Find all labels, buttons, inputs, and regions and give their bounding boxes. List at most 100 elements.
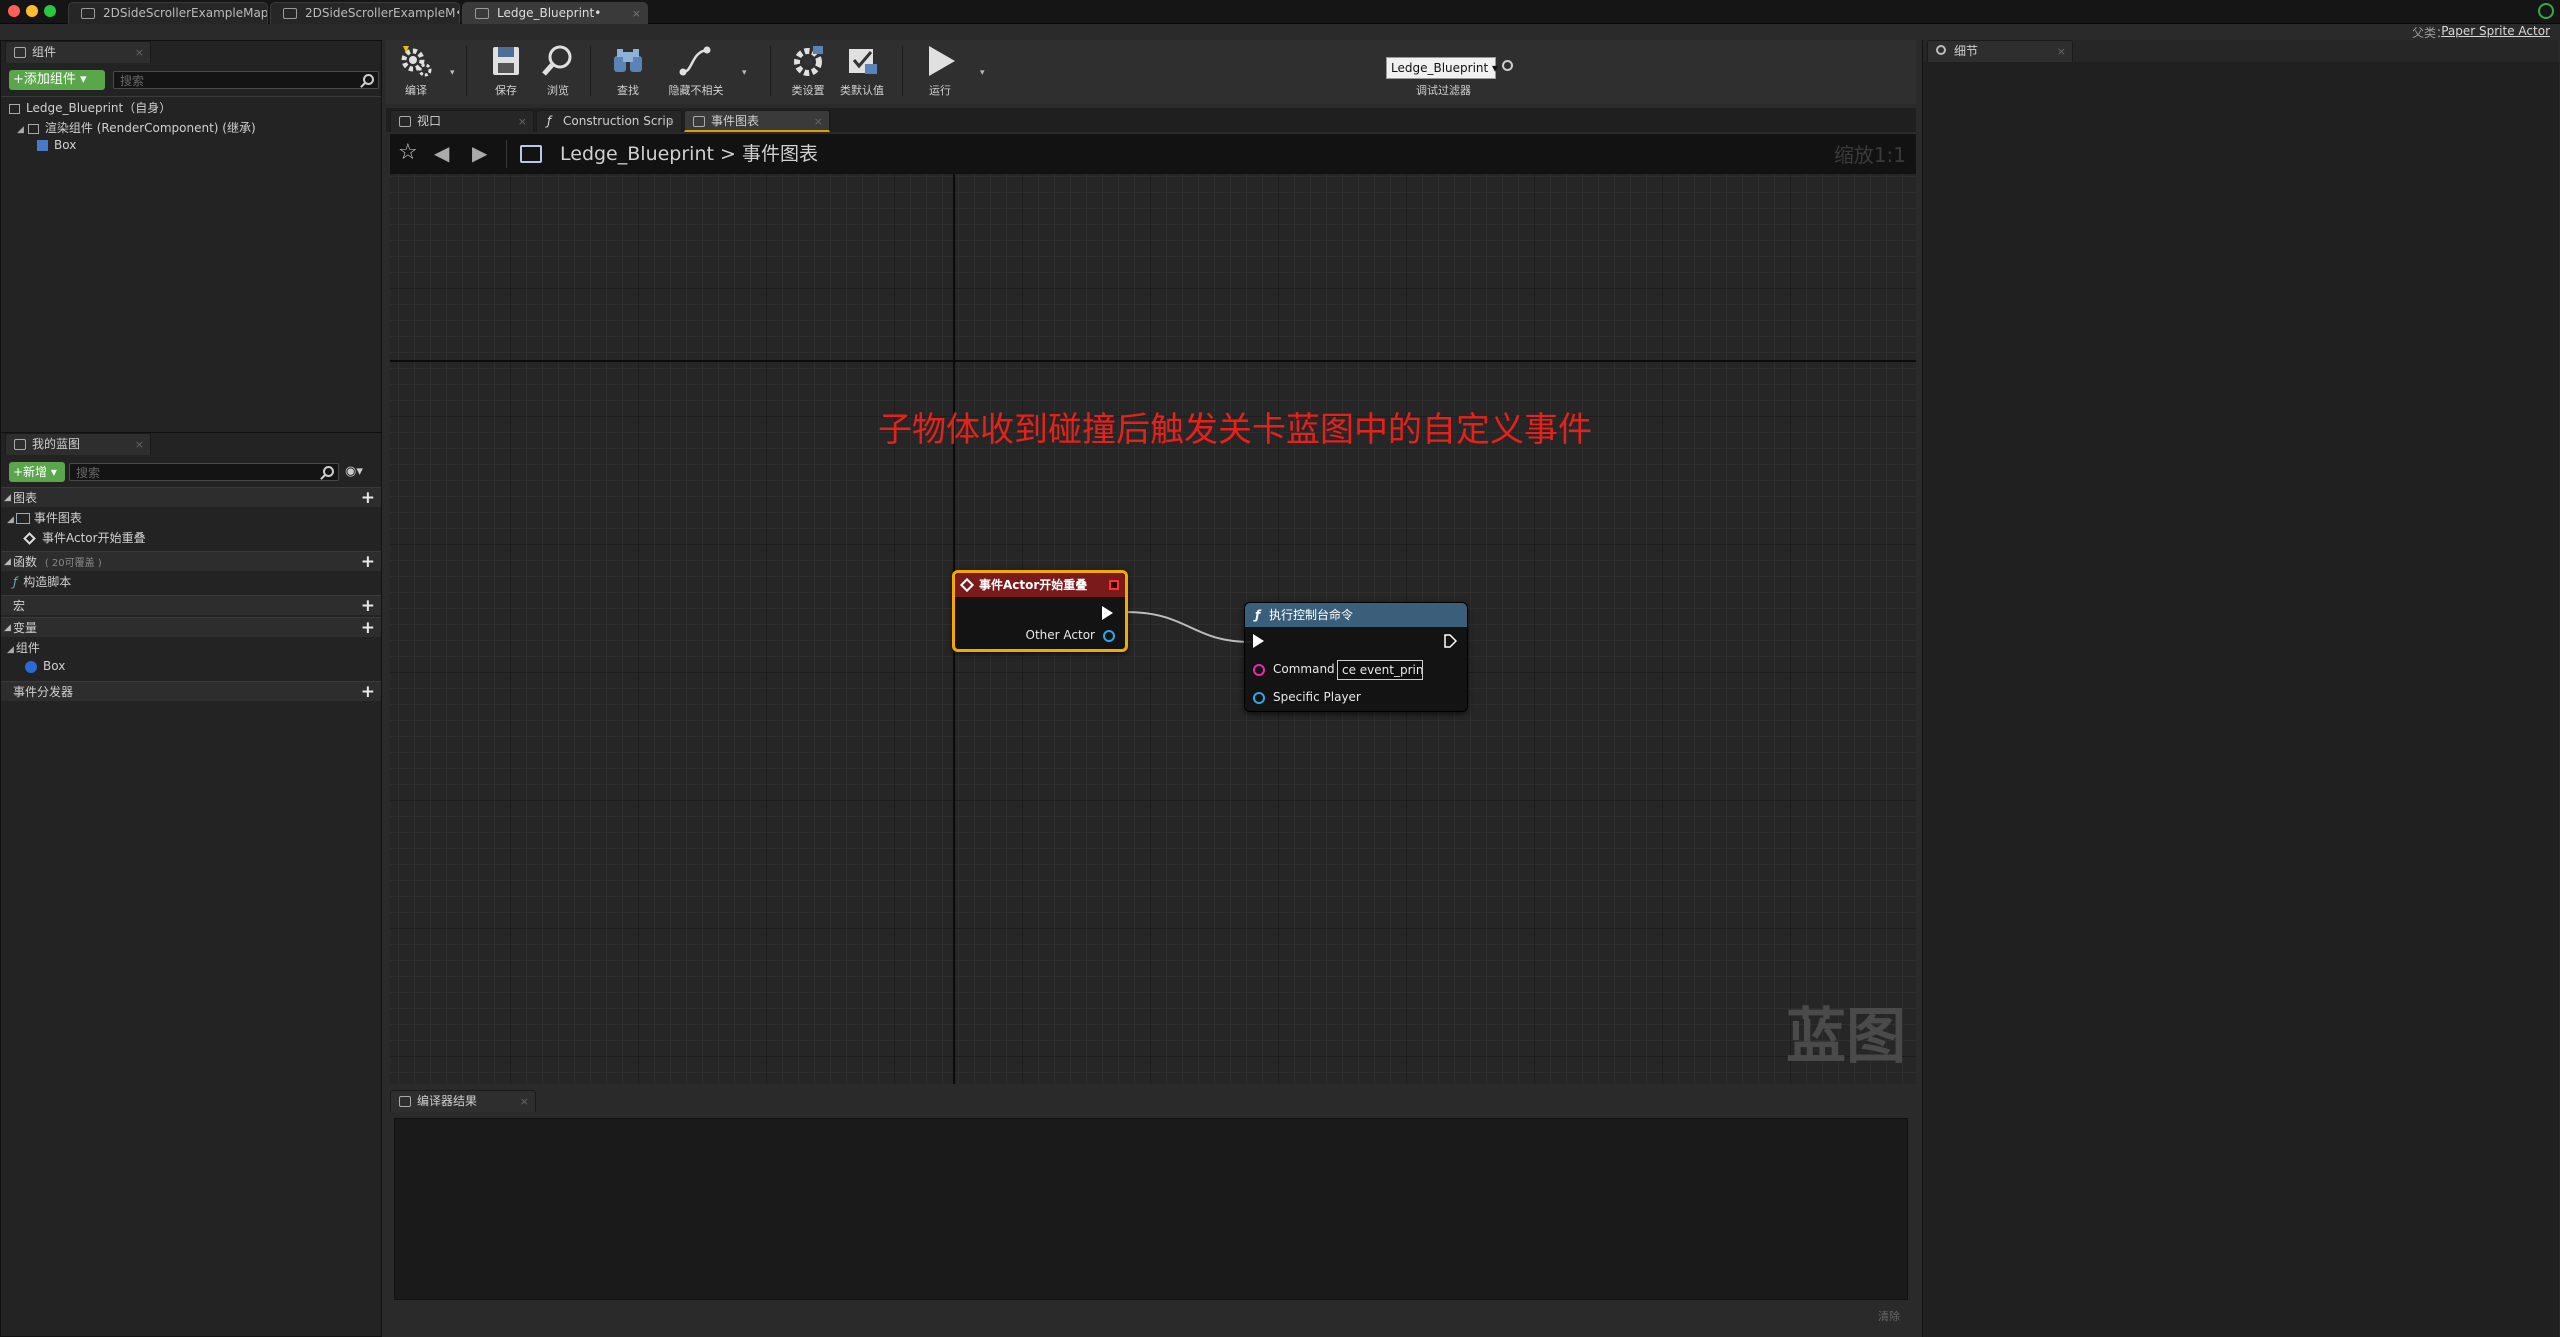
compile-button[interactable]: 编译: [388, 40, 444, 104]
breadcrumb-graph[interactable]: 事件图表: [742, 143, 818, 165]
zoom-window-button[interactable]: [44, 5, 56, 17]
close-icon[interactable]: ×: [632, 3, 641, 24]
favorite-star-icon[interactable]: ☆: [398, 140, 418, 166]
my-blueprint-search-input[interactable]: 搜索: [69, 463, 339, 481]
box-icon: [37, 140, 48, 151]
add-graph-icon[interactable]: +: [361, 488, 375, 508]
command-node-header[interactable]: ƒ 执行控制台命令: [1245, 603, 1467, 627]
play-options-dropdown[interactable]: ▾: [980, 64, 985, 79]
close-icon[interactable]: ×: [520, 1091, 529, 1112]
components-search-input[interactable]: 搜索: [113, 71, 379, 89]
chevron-down-icon: ▾: [980, 68, 985, 78]
forward-arrow-icon[interactable]: ▶: [472, 141, 487, 165]
event-graph-icon: [693, 116, 705, 127]
add-macro-icon[interactable]: +: [361, 596, 375, 616]
find-button[interactable]: 查找: [600, 40, 656, 104]
map-icon: [283, 8, 297, 19]
play-button[interactable]: 运行: [912, 40, 968, 104]
doc-tab-map-2[interactable]: 2DSideScrollerExampleM•: [270, 2, 460, 24]
event-icon: [959, 577, 975, 593]
close-icon[interactable]: ×: [135, 434, 144, 455]
exec-input-pin[interactable]: [1253, 634, 1264, 648]
close-icon[interactable]: ×: [135, 42, 144, 63]
category-macros[interactable]: 宏 +: [1, 595, 381, 616]
add-component-button[interactable]: +添加组件 ▾: [9, 70, 105, 90]
close-icon[interactable]: ×: [666, 111, 675, 132]
collapse-arrow-icon[interactable]: ◢: [4, 488, 11, 508]
breadcrumb-blueprint[interactable]: Ledge_Blueprint: [560, 143, 714, 165]
item-event-actor-begin-overlap[interactable]: 事件Actor开始重叠: [23, 529, 146, 546]
add-variable-icon[interactable]: +: [361, 618, 375, 638]
category-event-dispatchers[interactable]: 事件分发器 +: [1, 681, 381, 702]
doc-tab-ledge-blueprint[interactable]: Ledge_Blueprint• ×: [462, 2, 648, 24]
close-icon[interactable]: ×: [2057, 41, 2066, 62]
collapse-arrow-icon[interactable]: ◢: [17, 125, 24, 135]
doc-tab-map[interactable]: 2DSideScrollerExampleMap•: [68, 2, 268, 24]
save-icon: [489, 44, 523, 78]
clear-button[interactable]: 清除: [1878, 1308, 1900, 1324]
class-defaults-button[interactable]: 类默认值: [832, 40, 892, 104]
eye-view-options-icon[interactable]: ◉▾: [345, 464, 363, 479]
item-box-variable[interactable]: Box: [25, 659, 65, 673]
source-control-icon[interactable]: [2538, 3, 2554, 19]
save-button[interactable]: 保存: [478, 40, 534, 104]
hide-unrelated-dropdown[interactable]: ▾: [742, 64, 747, 79]
exec-output-pin[interactable]: [1444, 634, 1458, 652]
execute-console-command-node[interactable]: ƒ 执行控制台命令 Command ce event_print Specifi…: [1244, 602, 1468, 712]
tab-my-blueprint[interactable]: 我的蓝图 ×: [5, 433, 151, 455]
add-dispatcher-icon[interactable]: +: [361, 682, 375, 702]
category-functions[interactable]: ◢ 函数 ( 20可覆盖 ) +: [1, 551, 381, 572]
event-node-header[interactable]: 事件Actor开始重叠: [955, 573, 1125, 597]
tab-components[interactable]: 组件 ×: [5, 41, 151, 63]
blueprint-toolbar: 编译 ▾ 保存 浏览 查找 隐藏不相关 ▾ 类设置 类默认值 运行 ▾ Ledg…: [386, 40, 1916, 104]
close-window-button[interactable]: [8, 5, 20, 17]
tree-item-render-component[interactable]: ◢ 渲染组件 (RenderComponent) (继承): [17, 119, 256, 136]
event-actor-begin-overlap-node[interactable]: 事件Actor开始重叠 Other Actor: [952, 570, 1128, 652]
parent-class-link[interactable]: Paper Sprite Actor: [2441, 24, 2550, 38]
category-variables[interactable]: ◢ 变量 +: [1, 617, 381, 638]
debug-object-select[interactable]: Ledge_Blueprint ▾: [1386, 57, 1498, 79]
tree-root-label: Ledge_Blueprint（自身）: [26, 101, 172, 115]
item-components-group[interactable]: ◢ 组件: [7, 639, 40, 656]
tree-root-ledge-blueprint[interactable]: Ledge_Blueprint（自身）: [9, 99, 171, 116]
new-button[interactable]: +新增 ▾: [9, 462, 65, 482]
tab-event-graph[interactable]: 事件图表 ×: [684, 110, 830, 132]
collapse-arrow-icon[interactable]: ◢: [4, 552, 11, 572]
class-defaults-icon: [845, 44, 879, 78]
tab-details[interactable]: 细节 ×: [1927, 40, 2073, 62]
doc-tab-label: Ledge_Blueprint•: [497, 6, 602, 20]
tab-compiler-results[interactable]: 编译器结果 ×: [390, 1090, 536, 1112]
zoom-level: 缩放1:1: [1833, 143, 1906, 167]
collapse-arrow-icon[interactable]: ◢: [4, 618, 11, 638]
command-text-field[interactable]: ce event_print: [1337, 660, 1423, 680]
play-icon: [923, 44, 957, 78]
category-graphs[interactable]: ◢ 图表 +: [1, 487, 381, 508]
browse-button[interactable]: 浏览: [530, 40, 586, 104]
specific-player-input-pin[interactable]: [1253, 692, 1265, 704]
tab-viewport[interactable]: 视口 ×: [390, 110, 534, 132]
event-graph-icon: [520, 145, 542, 163]
event-graph-canvas[interactable]: 子物体收到碰撞后触发关卡蓝图中的自定义事件 事件Actor开始重叠 Other …: [390, 174, 1916, 1084]
tab-construction-script[interactable]: ƒ Construction Scrip ×: [536, 110, 682, 132]
close-icon[interactable]: ×: [814, 111, 823, 132]
exec-output-pin[interactable]: [1102, 606, 1113, 620]
item-event-graph[interactable]: ◢ 事件图表: [7, 509, 82, 526]
add-function-icon[interactable]: +: [361, 552, 375, 572]
item-construction-script[interactable]: ƒ 构造脚本: [13, 573, 71, 590]
tree-item-box[interactable]: Box: [37, 138, 76, 152]
class-settings-button[interactable]: 类设置: [780, 40, 836, 104]
collapse-arrow-icon[interactable]: ◢: [7, 645, 14, 655]
debug-search-icon[interactable]: [1502, 60, 1513, 71]
hide-unrelated-button[interactable]: 隐藏不相关: [662, 40, 730, 104]
delegate-pin-icon[interactable]: [1109, 580, 1119, 590]
close-icon[interactable]: ×: [518, 111, 527, 132]
compile-options-dropdown[interactable]: ▾: [450, 64, 455, 79]
other-actor-output-pin[interactable]: [1103, 630, 1115, 642]
collapse-arrow-icon[interactable]: ◢: [7, 515, 14, 525]
category-label: 函数: [13, 555, 38, 569]
compiler-log: [394, 1118, 1908, 1300]
minimize-window-button[interactable]: [26, 5, 38, 17]
divider: [506, 140, 507, 168]
command-input-pin[interactable]: [1253, 664, 1265, 676]
back-arrow-icon[interactable]: ◀: [434, 141, 449, 165]
